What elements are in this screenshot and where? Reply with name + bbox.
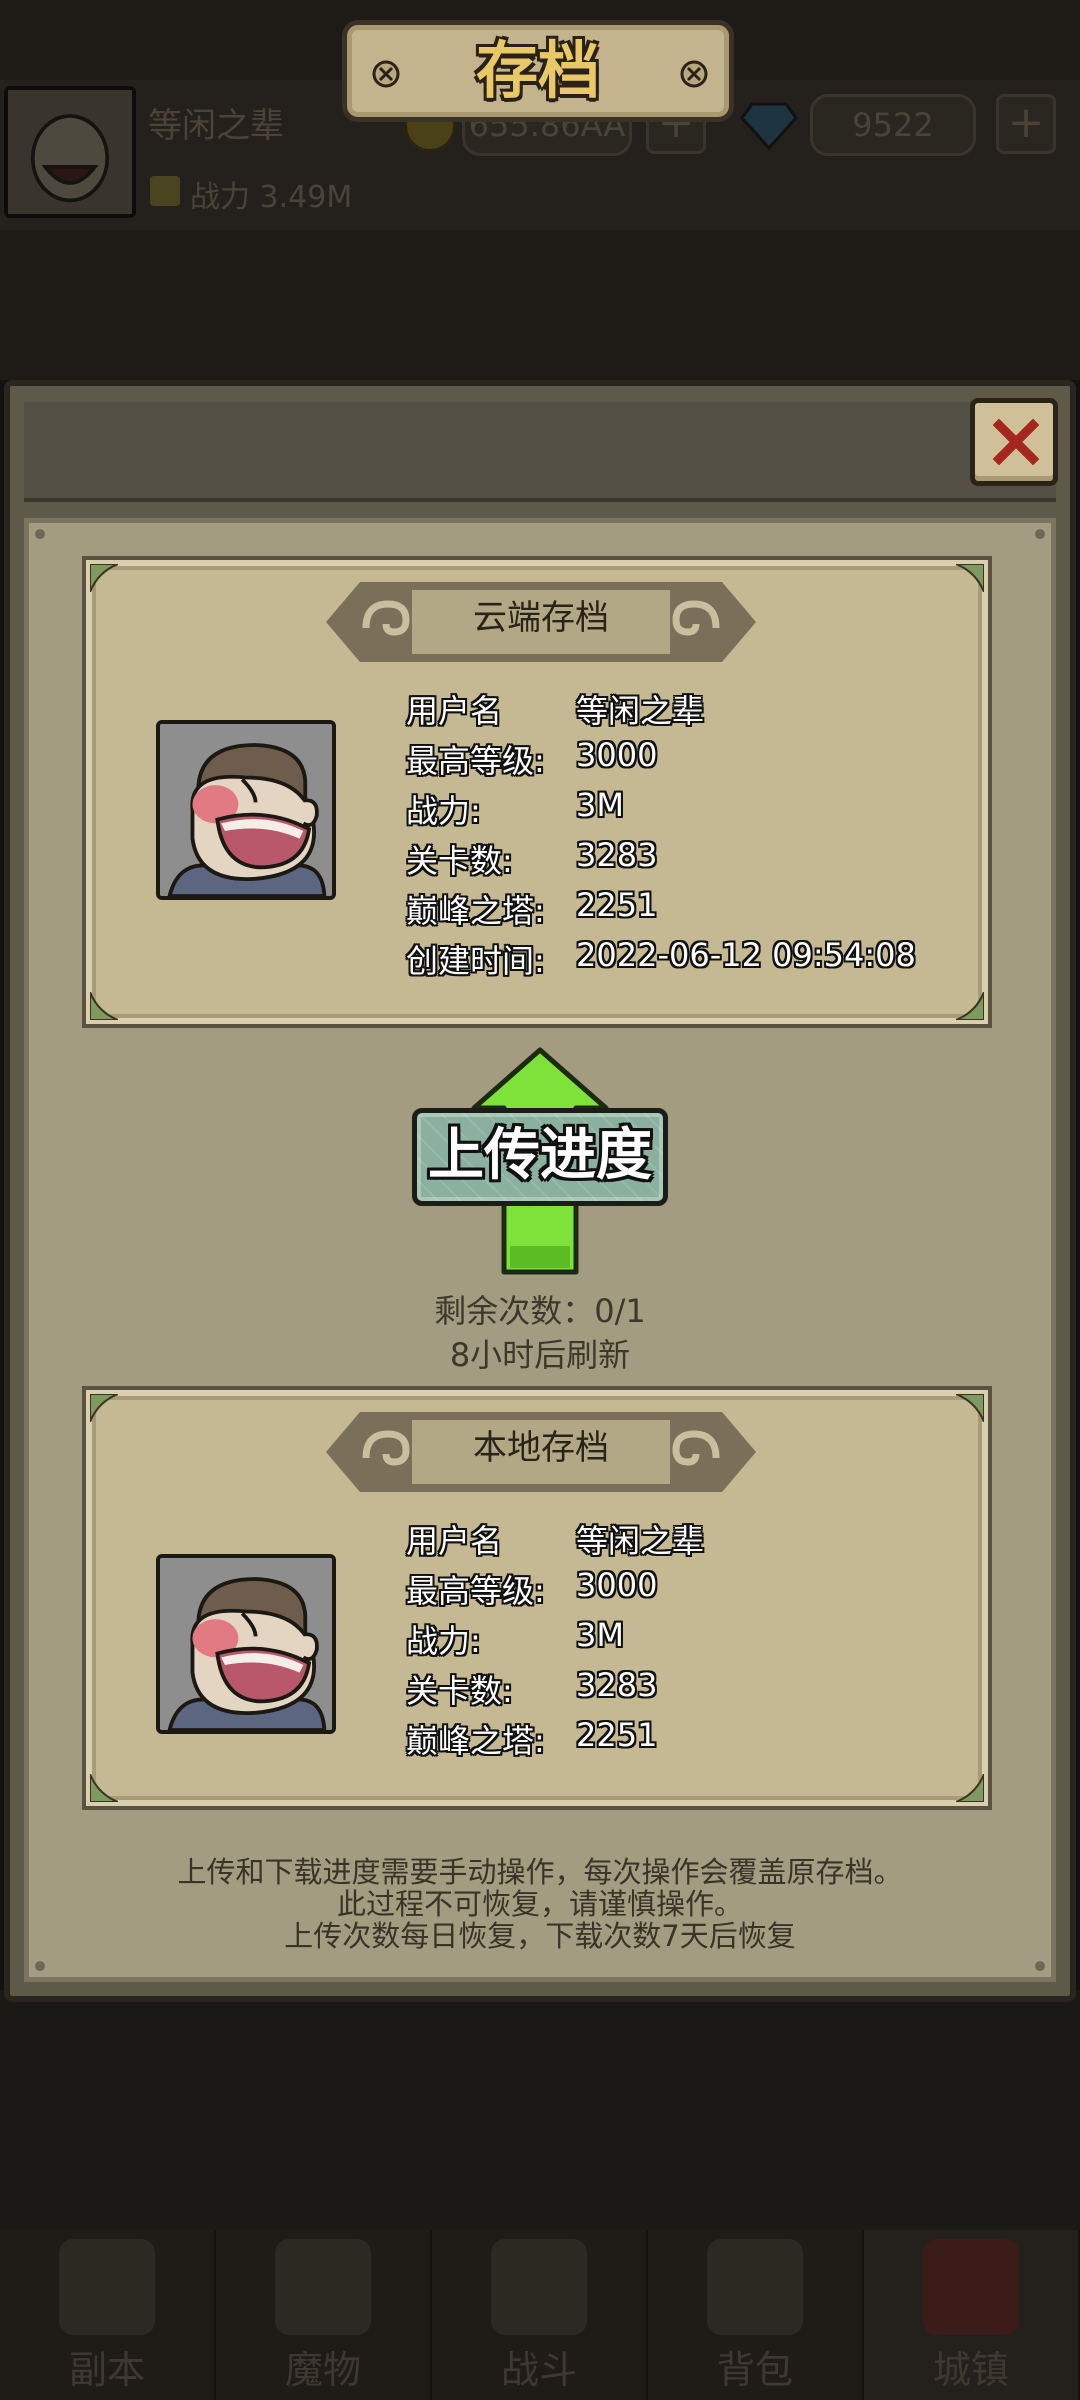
cloud-save-ribbon: 云端存档	[326, 582, 756, 662]
player-avatar	[4, 86, 136, 218]
power-label: 战力	[190, 180, 250, 215]
castle-icon	[923, 2239, 1019, 2335]
gem-icon	[740, 102, 798, 150]
info-value: 2251	[576, 886, 658, 924]
rivet	[35, 1961, 45, 1971]
info-value: 等闲之辈	[576, 692, 705, 730]
screw-icon	[680, 60, 708, 88]
footer-note-line-1: 上传和下载进度需要手动操作，每次操作会覆盖原存档。	[177, 1855, 903, 1889]
nav-label: 战斗	[500, 2348, 577, 2392]
close-button[interactable]	[970, 398, 1058, 486]
info-row-stages: 关卡数: 3283	[406, 836, 986, 882]
power-value: 3.49M	[259, 180, 353, 215]
corner-ornament-icon	[956, 1774, 984, 1802]
info-label: 用户名	[406, 692, 503, 730]
info-row-power: 战力: 3M	[406, 1616, 986, 1662]
cloud-save-card: 云端存档 用户名 等闲之辈 最高等级: 3000 战力: 3M 关卡数: 328…	[82, 556, 992, 1028]
info-label: 战力:	[406, 1622, 481, 1660]
add-gems-button[interactable]: +	[996, 94, 1056, 154]
info-row-max-level: 最高等级: 3000	[406, 736, 986, 782]
info-row-created: 创建时间: 2022-06-12 09:54:08	[406, 936, 986, 982]
info-label: 巅峰之塔:	[406, 1722, 545, 1760]
remaining-uploads: 剩余次数：0/1	[434, 1292, 646, 1330]
refresh-timer: 8小时后刷新	[449, 1336, 631, 1374]
nav-dungeon[interactable]: 副本	[0, 2230, 216, 2400]
info-label: 关卡数:	[406, 1672, 513, 1710]
info-label: 战力:	[406, 792, 481, 830]
cloud-save-title: 云端存档	[473, 598, 609, 638]
character-portrait-icon	[160, 724, 332, 896]
info-row-username: 用户名 等闲之辈	[406, 1516, 986, 1562]
info-label: 最高等级:	[406, 1572, 545, 1610]
backpack-icon	[707, 2239, 803, 2335]
player-name: 等闲之辈	[148, 106, 284, 146]
info-value: 3283	[576, 836, 658, 874]
info-label: 创建时间:	[406, 942, 545, 980]
modal-header	[24, 402, 1056, 502]
corner-ornament-icon	[90, 1774, 118, 1802]
info-label: 巅峰之塔:	[406, 892, 545, 930]
nav-label: 副本	[68, 2348, 145, 2392]
character-portrait-icon	[160, 1558, 332, 1730]
local-save-card: 本地存档 用户名 等闲之辈 最高等级: 3000 战力: 3M 关卡数: 328…	[82, 1386, 992, 1810]
upload-button-label: 上传进度	[428, 1123, 652, 1188]
close-icon	[993, 419, 1039, 465]
local-save-avatar	[156, 1554, 336, 1734]
info-value: 3M	[576, 1616, 624, 1654]
monster-icon	[275, 2239, 371, 2335]
info-value: 3283	[576, 1666, 658, 1704]
gem-counter: 9522	[810, 94, 976, 156]
corner-ornament-icon	[90, 992, 118, 1020]
modal-title: 存档	[475, 34, 600, 107]
local-save-title: 本地存档	[473, 1428, 609, 1468]
info-value: 3000	[576, 736, 658, 774]
cloud-save-avatar	[156, 720, 336, 900]
info-row-tower: 巅峰之塔: 2251	[406, 1716, 986, 1762]
info-row-stages: 关卡数: 3283	[406, 1666, 986, 1712]
rivet	[1035, 1961, 1045, 1971]
nav-label: 背包	[716, 2348, 793, 2392]
rivet	[35, 529, 45, 539]
nav-battle[interactable]: 战斗	[432, 2230, 648, 2400]
footer-note-line-2: 此过程不可恢复，请谨慎操作。	[336, 1887, 743, 1921]
corner-ornament-icon	[90, 1394, 118, 1422]
upload-progress-button[interactable]: 上传进度	[412, 1108, 668, 1206]
rivet	[1035, 529, 1045, 539]
corner-ornament-icon	[956, 564, 984, 592]
info-value: 2022-06-12 09:54:08	[576, 936, 916, 974]
nav-monsters[interactable]: 魔物	[216, 2230, 432, 2400]
info-value: 等闲之辈	[576, 1522, 705, 1560]
crossed-swords-icon	[491, 2239, 587, 2335]
nav-label: 城镇	[932, 2348, 1009, 2392]
info-label: 最高等级:	[406, 742, 545, 780]
nav-town[interactable]: 城镇	[864, 2230, 1080, 2400]
bottom-nav: 副本 魔物 战斗 背包 城镇	[0, 2230, 1080, 2400]
nav-label: 魔物	[284, 2348, 361, 2392]
map-scroll-icon	[59, 2239, 155, 2335]
info-value: 3M	[576, 786, 624, 824]
info-row-max-level: 最高等级: 3000	[406, 1566, 986, 1612]
info-label: 关卡数:	[406, 842, 513, 880]
footer-note-line-3: 上传次数每日恢复，下载次数7天后恢复	[284, 1919, 796, 1953]
local-save-ribbon: 本地存档	[326, 1412, 756, 1492]
title-plaque: 存档	[342, 20, 734, 122]
player-power: 战力 3.49M	[190, 172, 352, 216]
info-value: 2251	[576, 1716, 658, 1754]
info-row-power: 战力: 3M	[406, 786, 986, 832]
corner-ornament-icon	[956, 992, 984, 1020]
corner-ornament-icon	[90, 564, 118, 592]
info-value: 3000	[576, 1566, 658, 1604]
nav-backpack[interactable]: 背包	[648, 2230, 864, 2400]
power-badge-icon	[150, 176, 180, 206]
info-row-tower: 巅峰之塔: 2251	[406, 886, 986, 932]
info-label: 用户名	[406, 1522, 503, 1560]
corner-ornament-icon	[956, 1394, 984, 1422]
info-row-username: 用户名 等闲之辈	[406, 686, 986, 732]
